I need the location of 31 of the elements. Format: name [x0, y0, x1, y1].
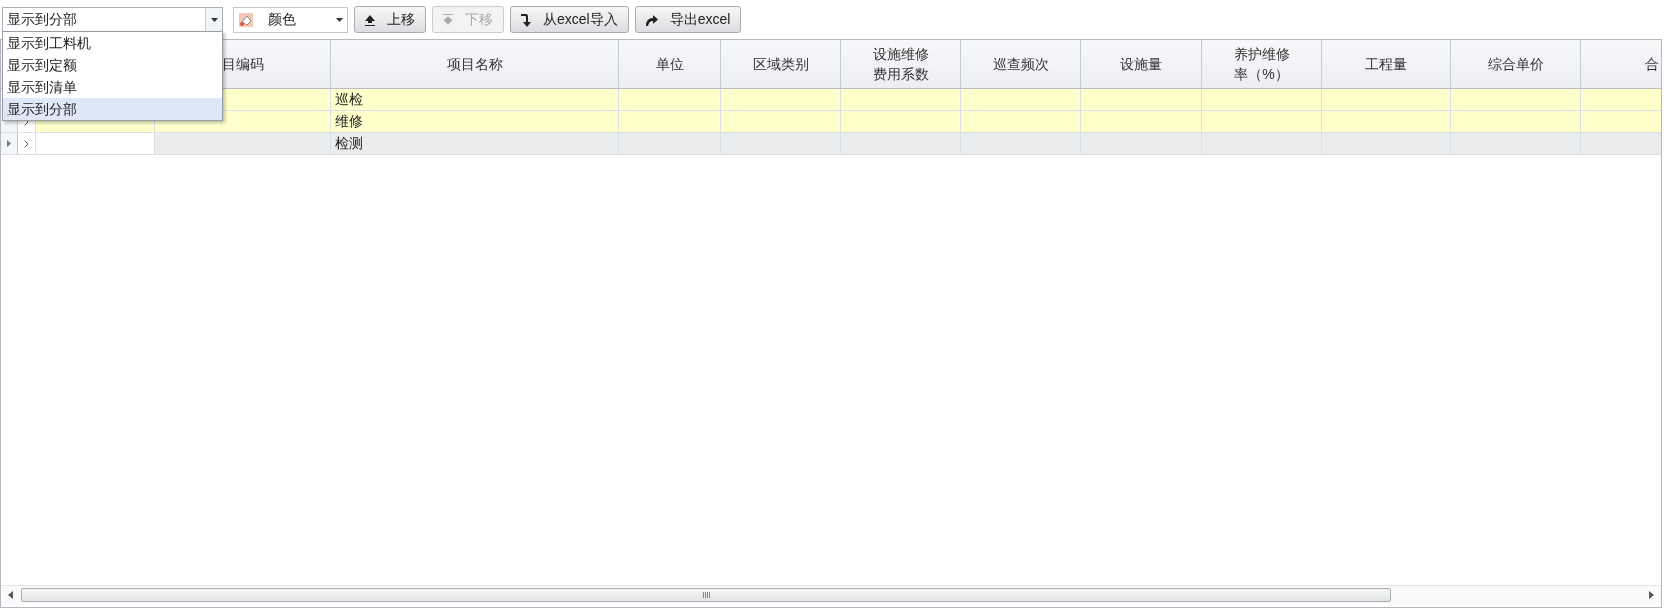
dropdown-value: 显示到分部: [7, 10, 77, 29]
column-header[interactable]: 项目名称: [331, 40, 619, 89]
paint-bucket-icon: [238, 11, 254, 28]
column-header[interactable]: 设施维修费用系数: [841, 40, 961, 89]
color-picker[interactable]: 颜色: [233, 6, 348, 33]
column-header[interactable]: 综合单价: [1451, 40, 1581, 89]
column-header[interactable]: 合: [1581, 40, 1661, 89]
column-header[interactable]: 养护维修率（%）: [1202, 40, 1322, 89]
curved-arrow-down-icon: [519, 11, 533, 28]
table-cell: 检测: [331, 133, 619, 155]
caret-icon: [336, 17, 343, 22]
toolbar-button[interactable]: 上移: [354, 6, 426, 33]
move-down-icon: [441, 12, 455, 27]
current-row-icon: [7, 140, 11, 147]
expand-chevron-icon[interactable]: [24, 139, 29, 148]
scrollbar-thumb[interactable]: [21, 588, 1391, 602]
column-header[interactable]: 设施量: [1081, 40, 1202, 89]
table-cell: 巡检: [331, 89, 619, 111]
column-header[interactable]: 区域类别: [721, 40, 841, 89]
curved-arrow-right-icon: [643, 12, 660, 27]
row-header[interactable]: [1, 133, 18, 155]
toolbar-button[interactable]: 导出excel: [634, 6, 742, 33]
column-header[interactable]: 单位: [619, 40, 721, 89]
column-header[interactable]: 工程量: [1322, 40, 1451, 89]
caret-icon: [210, 17, 218, 22]
table-cell: 维修: [331, 111, 619, 133]
column-header[interactable]: 巡查频次: [961, 40, 1081, 89]
dropdown-option[interactable]: 显示到分部: [3, 98, 222, 120]
toolbar-button[interactable]: 从excel导入: [510, 6, 629, 33]
level-dropdown[interactable]: 显示到分部: [2, 6, 223, 33]
grip-icon: [702, 592, 710, 598]
